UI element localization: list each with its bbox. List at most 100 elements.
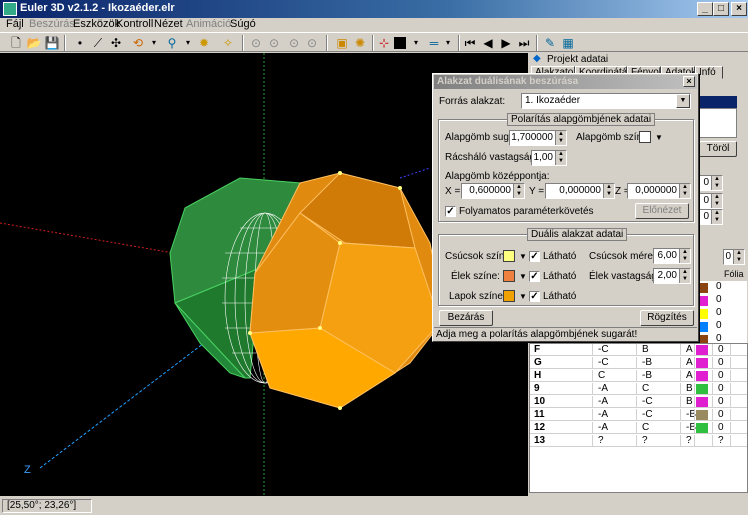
- chevron-down-icon[interactable]: ▼: [519, 292, 527, 301]
- dropdown-arrow-icon[interactable]: ▾: [440, 35, 456, 51]
- table-row[interactable]: 10 -A -C B 0: [530, 396, 747, 408]
- spin-buttons[interactable]: ▲ ▼: [711, 194, 722, 208]
- measure-tool-icon[interactable]: ⚲: [164, 35, 180, 51]
- color-swatch: [696, 410, 708, 420]
- play-last-icon[interactable]: ⊙: [304, 35, 320, 51]
- chevron-down-icon[interactable]: ▼: [519, 252, 527, 261]
- param-spin[interactable]: 0 ▲ ▼: [699, 175, 723, 191]
- center-z-spin[interactable]: 0,000000 ▲ ▼: [627, 183, 691, 199]
- table-row[interactable]: G -C -B A 0: [530, 357, 747, 369]
- background-color-icon[interactable]: [394, 37, 406, 49]
- mesh-width-spin[interactable]: 1,00 ▲ ▼: [531, 150, 567, 166]
- layout-icon[interactable]: ▦: [560, 35, 576, 51]
- edit-properties-icon[interactable]: ✎: [542, 35, 558, 51]
- spin-buttons[interactable]: ▲ ▼: [711, 210, 722, 224]
- close-dialog-button[interactable]: Bezárás: [439, 310, 493, 326]
- source-shape-select[interactable]: 1. Ikozaéder ▼: [521, 93, 691, 109]
- polyhedron-tool-icon[interactable]: ✣: [108, 35, 124, 51]
- face-visible-checkbox[interactable]: ✓: [529, 291, 540, 302]
- menu-help[interactable]: Súgó: [230, 18, 256, 30]
- spin-buttons[interactable]: ▲ ▼: [555, 131, 566, 145]
- table-row[interactable]: 9 -A C B 0: [530, 383, 747, 395]
- dropdown-arrow-icon[interactable]: ▾: [180, 35, 196, 51]
- shape-color-icon[interactable]: ▣: [334, 35, 350, 51]
- table-row[interactable]: H C -B A 0: [530, 370, 747, 382]
- menu-control[interactable]: Kontroll: [116, 18, 153, 30]
- table-row[interactable]: 11 -A -C -B 0: [530, 409, 747, 421]
- preview-button[interactable]: Előnézet: [635, 203, 689, 219]
- spin-buttons[interactable]: ▲ ▼: [603, 184, 614, 198]
- menu-animation[interactable]: Animáció: [186, 18, 231, 30]
- wand-tool-icon[interactable]: ✧: [220, 35, 236, 51]
- chevron-down-icon[interactable]: ▼: [655, 133, 663, 142]
- save-button[interactable]: Rögzítés: [640, 310, 694, 326]
- menu-insert[interactable]: Beszúrás: [29, 18, 75, 30]
- grid-line: [694, 422, 695, 434]
- play-pause-icon[interactable]: ⊙: [266, 35, 282, 51]
- light-tool-icon[interactable]: ✹: [196, 35, 212, 51]
- table-row[interactable]: F -C B A 0: [530, 344, 747, 356]
- shape-list[interactable]: [699, 108, 737, 138]
- menu-file[interactable]: Fájl: [6, 18, 24, 30]
- spin-buttons[interactable]: ▲ ▼: [679, 184, 690, 198]
- vertex-visible-checkbox[interactable]: ✓: [529, 251, 540, 262]
- dropdown-arrow-icon[interactable]: ▾: [146, 35, 162, 51]
- cell-layer: 0: [718, 383, 724, 394]
- table-row[interactable]: 13????: [530, 435, 747, 447]
- point-tool-icon[interactable]: •: [72, 35, 88, 51]
- shape-style-icon[interactable]: ✺: [352, 35, 368, 51]
- menu-tools[interactable]: Eszközök: [73, 18, 120, 30]
- param-spin[interactable]: 0 ▲ ▼: [699, 193, 723, 209]
- dialog-close-button[interactable]: ×: [683, 76, 695, 87]
- play-first-icon[interactable]: ⊙: [248, 35, 264, 51]
- window-title: Euler 3D v2.1.2 - Ikozaéder.elr: [20, 2, 175, 14]
- edge-color-swatch[interactable]: [503, 270, 515, 282]
- open-file-icon[interactable]: 📂: [26, 35, 42, 51]
- spin-buttons[interactable]: ▲ ▼: [513, 184, 524, 198]
- selected-list-item[interactable]: [699, 96, 737, 108]
- center-y-spin[interactable]: 0,000000 ▲ ▼: [545, 183, 615, 199]
- table-row[interactable]: 12 -A C -B 0: [530, 422, 747, 434]
- step-first-icon[interactable]: ⏮: [462, 35, 478, 51]
- spin-buttons[interactable]: ▲ ▼: [555, 151, 566, 165]
- axes-icon[interactable]: ⊹: [376, 35, 392, 51]
- step-last-icon[interactable]: ⏭: [516, 35, 532, 51]
- vertex-color-swatch[interactable]: [503, 250, 515, 262]
- maximize-button[interactable]: □: [713, 2, 729, 16]
- spin-buttons[interactable]: ▲ ▼: [733, 250, 744, 264]
- layer-value: 0: [716, 320, 722, 331]
- edge-visible-checkbox[interactable]: ✓: [529, 271, 540, 282]
- header-spin[interactable]: 0 ▲ ▼: [723, 249, 745, 265]
- play-icon[interactable]: ⊙: [286, 35, 302, 51]
- transform-tool-icon[interactable]: ⟲: [130, 35, 146, 51]
- grid-line: [680, 383, 681, 395]
- step-back-icon[interactable]: ◀: [480, 35, 496, 51]
- vertex-table[interactable]: F -C B A 0 G -C -B A 0 H C -B A 0 9 -A C B 0 10 -A -C B 0 11 -A -C -…: [529, 343, 748, 493]
- spin-buttons[interactable]: ▲ ▼: [711, 176, 722, 190]
- line-tool-icon[interactable]: ⟋: [90, 35, 106, 51]
- close-button[interactable]: ×: [731, 2, 747, 16]
- grid-line: [592, 344, 593, 356]
- center-x-spin[interactable]: 0,600000 ▲ ▼: [461, 183, 525, 199]
- minimize-button[interactable]: _: [697, 2, 713, 16]
- tab-info[interactable]: Infó: [695, 66, 723, 79]
- radius-spin[interactable]: 1,700000 ▲ ▼: [509, 130, 567, 146]
- cell-c: A: [686, 370, 693, 381]
- sphere-color-swatch[interactable]: [639, 131, 651, 143]
- save-file-icon[interactable]: 💾: [44, 35, 60, 51]
- dropdown-arrow-icon[interactable]: ▾: [408, 35, 424, 51]
- param-spin[interactable]: 0 ▲ ▼: [699, 209, 723, 225]
- delete-button[interactable]: Töröl: [699, 141, 737, 157]
- spin-buttons[interactable]: ▲ ▼: [679, 249, 690, 263]
- follow-params-checkbox[interactable]: ✓: [445, 206, 456, 217]
- chevron-down-icon[interactable]: ▼: [519, 272, 527, 281]
- new-file-icon[interactable]: 🗋: [8, 35, 24, 51]
- edge-width-spin[interactable]: 2,00 ▲ ▼: [653, 268, 691, 284]
- step-forward-icon[interactable]: ▶: [498, 35, 514, 51]
- face-color-swatch[interactable]: [503, 290, 515, 302]
- vertex-size-spin[interactable]: 6,00 ▲ ▼: [653, 248, 691, 264]
- project-panel-header: ◆ Projekt adatai: [529, 53, 748, 66]
- chevron-down-icon[interactable]: ▼: [676, 94, 690, 108]
- spin-buttons[interactable]: ▲ ▼: [679, 269, 690, 283]
- menu-view[interactable]: Nézet: [154, 18, 183, 30]
